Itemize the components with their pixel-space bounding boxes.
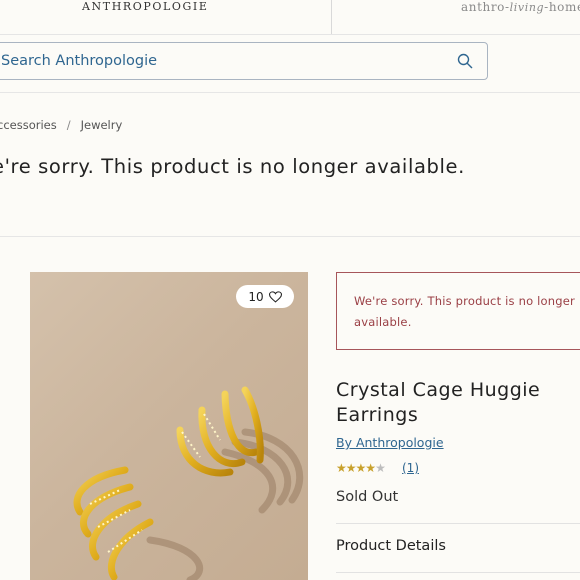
divider [336, 523, 580, 524]
brand-link[interactable]: By Anthropologie [336, 435, 444, 450]
product-image[interactable] [30, 272, 308, 580]
living-suffix: home [548, 0, 580, 14]
search-bar [0, 42, 488, 80]
product-details-toggle[interactable]: Product Details [336, 538, 446, 554]
alert-message: We're sorry. This product is no longer a… [354, 294, 575, 329]
unavailable-alert: We're sorry. This product is no longer a… [336, 272, 580, 350]
product-title: Crystal Cage Huggie Earrings [336, 379, 541, 426]
unavailable-heading: e're sorry. This product is no longer av… [0, 155, 465, 178]
header-divider [331, 0, 332, 34]
star-filled-icon: ★ [355, 461, 367, 475]
star-empty-icon: ★ [375, 461, 386, 475]
breadcrumb-item-jewelry[interactable]: Jewelry [81, 118, 123, 132]
star-rating: ★★★★★ [336, 461, 386, 475]
breadcrumb-item-accessories[interactable]: ccessories [0, 118, 57, 132]
living-script: living [509, 1, 545, 14]
earrings-illustration [73, 386, 304, 580]
star-filled-icon: ★ [365, 461, 376, 475]
divider [336, 572, 580, 573]
star-filled-icon: ★ [345, 461, 357, 475]
heart-icon [268, 290, 282, 303]
stock-status: Sold Out [336, 489, 399, 505]
header-border [0, 34, 580, 35]
divider [0, 236, 580, 237]
breadcrumb-separator: / [66, 118, 71, 132]
divider [0, 92, 580, 93]
anthro-living-link[interactable]: anthro-living-home [461, 0, 580, 14]
review-count-link[interactable]: (1) [402, 461, 419, 475]
favorite-count: 10 [248, 289, 264, 304]
search-icon[interactable] [457, 53, 473, 69]
star-filled-icon: ★ [336, 461, 347, 475]
favorite-button[interactable]: 10 [236, 285, 294, 308]
breadcrumb: ccessories / Jewelry [0, 118, 122, 132]
search-input[interactable] [1, 43, 441, 79]
brand-logo[interactable]: ANTHROPOLOGIE [82, 0, 209, 13]
living-prefix: anthro [461, 0, 505, 14]
